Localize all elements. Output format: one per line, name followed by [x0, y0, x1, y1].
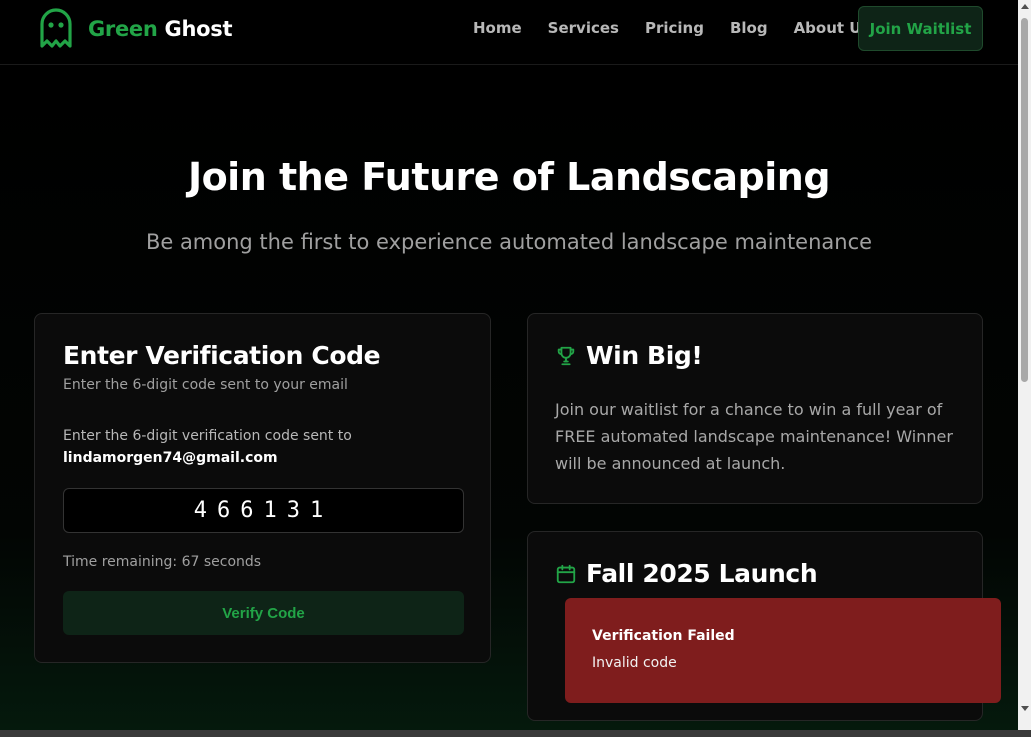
- verification-subtitle: Enter the 6-digit code sent to your emai…: [63, 377, 348, 393]
- verification-card: Enter Verification Code Enter the 6-digi…: [34, 313, 491, 663]
- trophy-icon: [557, 346, 575, 365]
- scroll-down-arrow-icon[interactable]: [1021, 706, 1029, 711]
- win-big-heading: Win Big!: [555, 341, 703, 370]
- launch-heading: Fall 2025 Launch: [555, 559, 818, 588]
- verify-code-button[interactable]: Verify Code: [63, 591, 464, 635]
- toast-title: Verification Failed: [592, 628, 735, 644]
- window-bottom-edge: [0, 730, 1031, 737]
- win-big-title: Win Big!: [586, 341, 703, 370]
- verification-code-input[interactable]: [63, 488, 464, 533]
- brand-name: Green Ghost: [88, 17, 233, 41]
- nav-services[interactable]: Services: [548, 19, 619, 37]
- nav-pricing[interactable]: Pricing: [645, 19, 704, 37]
- scroll-thumb[interactable]: [1021, 18, 1028, 382]
- top-navbar: Green Ghost Home Services Pricing Blog A…: [0, 0, 1018, 65]
- brand-name-green: Green: [88, 17, 158, 41]
- nav-home[interactable]: Home: [473, 19, 522, 37]
- main-nav: Home Services Pricing Blog About Us: [473, 19, 896, 37]
- scroll-up-arrow-icon[interactable]: [1021, 4, 1029, 9]
- ghost-icon: [40, 8, 72, 48]
- win-big-card: Win Big! Join our waitlist for a chance …: [527, 313, 983, 504]
- error-toast[interactable]: Verification Failed Invalid code: [565, 598, 1001, 703]
- brand-logo[interactable]: Green Ghost: [38, 8, 233, 50]
- verification-title: Enter Verification Code: [63, 341, 381, 370]
- join-waitlist-button[interactable]: Join Waitlist: [858, 6, 983, 51]
- nav-blog[interactable]: Blog: [730, 19, 768, 37]
- time-remaining: Time remaining: 67 seconds: [63, 554, 262, 570]
- win-big-body: Join our waitlist for a chance to win a …: [555, 400, 953, 473]
- hero-subtitle: Be among the first to experience automat…: [145, 230, 873, 254]
- verification-email: lindamorgen74@gmail.com: [63, 450, 278, 466]
- verification-info: Enter the 6-digit verification code sent…: [63, 428, 352, 444]
- vertical-scrollbar[interactable]: [1018, 0, 1031, 737]
- launch-title: Fall 2025 Launch: [586, 559, 818, 588]
- toast-message: Invalid code: [592, 655, 677, 671]
- hero-title: Join the Future of Landscaping: [187, 155, 831, 199]
- brand-name-white: Ghost: [164, 17, 233, 41]
- calendar-icon: [556, 564, 576, 583]
